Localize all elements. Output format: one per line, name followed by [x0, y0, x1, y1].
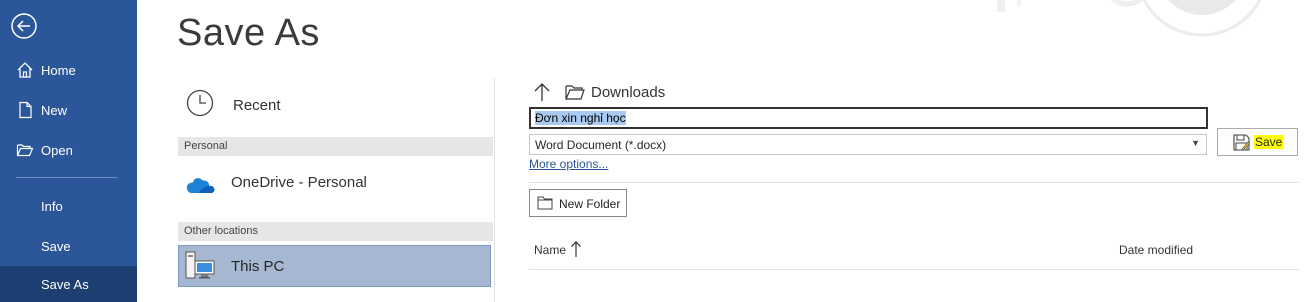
- home-icon: [17, 62, 33, 78]
- sidebar-divider: [16, 177, 117, 178]
- file-type-value: Word Document (*.docx): [535, 138, 667, 152]
- sidebar-item-save[interactable]: Save: [0, 227, 137, 265]
- pane-divider: [494, 78, 495, 302]
- sidebar-item-label: Save: [41, 238, 71, 254]
- sidebar-item-label: Info: [41, 198, 63, 214]
- sidebar-item-save-as[interactable]: Save As: [0, 266, 137, 302]
- sidebar-item-label: Home: [41, 62, 76, 78]
- folder-icon: [537, 196, 553, 210]
- location-label: Recent: [233, 96, 281, 114]
- back-arrow-icon: [11, 13, 37, 39]
- open-folder-icon: [16, 144, 34, 157]
- sidebar-item-open[interactable]: Open: [0, 131, 137, 169]
- sidebar-item-home[interactable]: Home: [0, 51, 137, 89]
- chevron-down-icon: ▼: [1191, 138, 1200, 148]
- sidebar-item-info[interactable]: Info: [0, 187, 137, 225]
- backstage-sidebar: Home New Open Info Save Save As: [0, 0, 137, 302]
- location-onedrive[interactable]: OneDrive - Personal: [178, 162, 492, 202]
- location-recent[interactable]: Recent: [178, 84, 492, 126]
- clock-icon: [186, 89, 214, 117]
- filename-input[interactable]: Đơn xin nghỉ học: [529, 107, 1208, 129]
- save-button[interactable]: Save: [1217, 128, 1298, 156]
- sidebar-item-label: Open: [41, 142, 73, 158]
- filename-text: Đơn xin nghỉ học: [535, 111, 626, 125]
- sidebar-item-new[interactable]: New: [0, 91, 137, 129]
- file-type-dropdown[interactable]: Word Document (*.docx) ▼: [529, 134, 1207, 155]
- more-options-link[interactable]: More options...: [529, 157, 608, 171]
- decorative-background-art: [997, 0, 1262, 37]
- sidebar-item-label: New: [41, 102, 68, 118]
- location-label: This PC: [231, 257, 285, 275]
- save-button-label: Save: [1254, 135, 1284, 149]
- up-arrow-icon[interactable]: [533, 82, 551, 102]
- new-document-icon: [19, 101, 32, 119]
- location-this-pc[interactable]: This PC: [178, 245, 491, 287]
- divider: [529, 182, 1299, 183]
- new-folder-label: New Folder: [559, 197, 621, 211]
- back-button[interactable]: [10, 12, 38, 40]
- new-folder-button[interactable]: New Folder: [529, 189, 627, 217]
- column-header-date-modified[interactable]: Date modified: [1119, 243, 1193, 257]
- current-folder-label[interactable]: Downloads: [591, 84, 665, 101]
- folder-open-icon: [565, 85, 585, 100]
- divider: [529, 269, 1299, 270]
- column-header-name[interactable]: Name: [534, 243, 566, 257]
- computer-icon: [185, 251, 215, 279]
- section-header-personal: Personal: [178, 137, 493, 156]
- page-title: Save As: [177, 12, 320, 54]
- onedrive-cloud-icon: [186, 178, 215, 193]
- sort-ascending-icon: [571, 241, 581, 257]
- section-header-other-locations: Other locations: [178, 222, 493, 241]
- location-label: OneDrive - Personal: [231, 173, 367, 191]
- sidebar-item-label: Save As: [41, 276, 89, 292]
- save-disk-icon: [1233, 134, 1250, 151]
